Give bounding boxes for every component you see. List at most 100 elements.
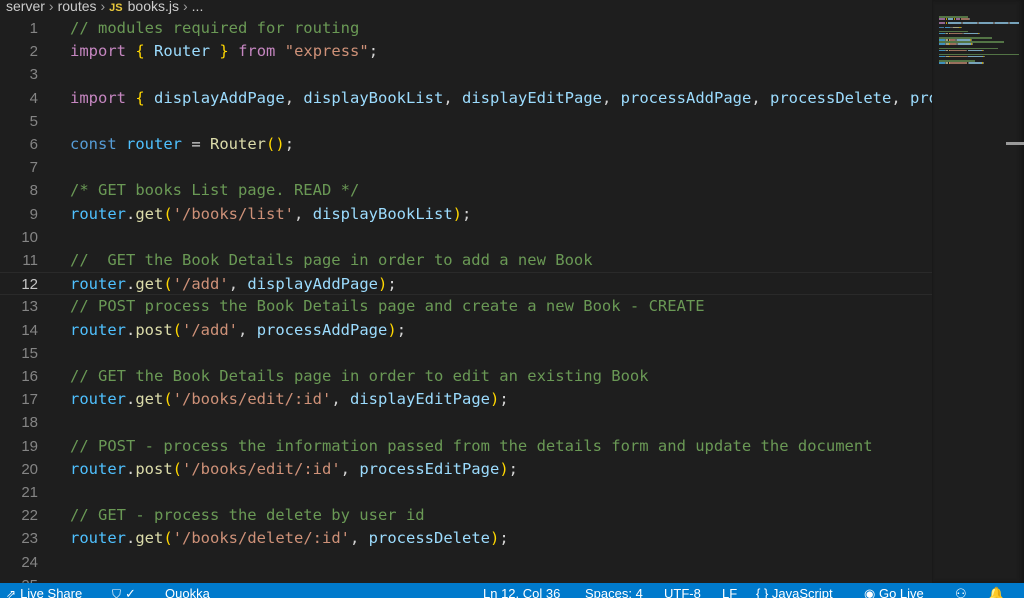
token-comment: // GET the Book Details page in order to… (70, 367, 649, 385)
breadcrumb-item-routes[interactable]: routes (58, 0, 97, 14)
bell-icon: 🔔 (988, 586, 1005, 598)
minimap-stroke (969, 18, 971, 20)
token-plain: . (126, 390, 136, 409)
line-ending-button[interactable]: LF (722, 583, 737, 598)
code-text: const router = Router(); (70, 133, 294, 156)
code-line[interactable]: 13 // POST process the Book Details page … (0, 295, 932, 318)
code-line[interactable]: 18 (0, 411, 932, 434)
ai-status-button[interactable]: ⛉ ✓ (112, 583, 136, 598)
minimap-stroke (945, 22, 947, 24)
minimap-stroke (982, 62, 984, 64)
token-plain: . (126, 529, 136, 548)
code-line[interactable]: 6 const router = Router(); (0, 133, 932, 156)
code-line[interactable]: 14 router.post('/add', processAddPage); (0, 319, 932, 342)
code-text: router.get('/books/edit/:id', displayEdi… (70, 388, 509, 411)
live-share-label: Live Share (20, 586, 83, 598)
token-brace: ( (163, 275, 173, 294)
line-number: 11 (22, 252, 38, 269)
minimap-stroke (956, 18, 960, 20)
chevron-right-icon: › (183, 0, 188, 14)
token-var2: router (70, 390, 126, 409)
token-plain: , (443, 88, 463, 107)
breadcrumb-item-server[interactable]: server (6, 0, 45, 14)
minimap-stroke (978, 32, 980, 35)
quokka-button[interactable]: Quokka (165, 583, 210, 598)
minimap-stroke (960, 26, 962, 28)
token-brace: { (135, 88, 145, 107)
minimap-stroke (963, 32, 978, 35)
line-number: 16 (21, 368, 38, 385)
line-number: 18 (21, 414, 38, 432)
token-brace: ) (452, 204, 463, 223)
token-string: '/books/delete/:id' (172, 529, 350, 548)
code-line[interactable]: 20 router.post('/books/edit/:id', process… (0, 458, 932, 481)
code-line[interactable]: 23 router.get('/books/delete/:id', proces… (0, 527, 932, 550)
code-line[interactable]: 11 // GET the Book Details page in order … (0, 249, 932, 272)
token-plain: ; (499, 390, 509, 409)
line-number: 2 (29, 43, 38, 61)
code-line[interactable]: 1 // modules required for routing (0, 17, 932, 40)
language-mode-button[interactable]: { } JavaScript (756, 583, 833, 598)
minimap[interactable] (932, 0, 1024, 583)
token-string: '/add' (172, 275, 229, 294)
code-editor[interactable]: 1 // modules required for routing 2 import … (0, 17, 932, 583)
token-var: processEditPage (359, 459, 500, 478)
encoding-button[interactable]: UTF-8 (664, 583, 701, 598)
code-text: // GET - process the delete by user id (70, 504, 425, 527)
token-func: Router (210, 135, 267, 153)
token-plain: . (126, 459, 136, 478)
code-line[interactable]: 16 // GET the Book Details page in order … (0, 365, 932, 388)
code-line[interactable]: 17 router.get('/books/edit/:id', displayE… (0, 388, 932, 411)
code-text: router.get('/add', displayAddPage); (70, 273, 397, 296)
code-line[interactable]: 19 // POST - process the information pass… (0, 435, 932, 458)
cursor-position-button[interactable]: Ln 12, Col 36 (483, 583, 560, 598)
code-line[interactable]: 5 (0, 110, 932, 133)
indentation-button[interactable]: Spaces: 4 (585, 583, 643, 598)
breadcrumb-item-symbols[interactable]: ... (192, 0, 204, 14)
code-line[interactable]: 8 /* GET books List page. READ */ (0, 179, 932, 202)
code-line[interactable]: 22 // GET - process the delete by user id (0, 504, 932, 527)
token-plain: , (331, 390, 350, 409)
token-string: '/add' (182, 320, 239, 339)
live-share-button[interactable]: ⇗ Live Share (6, 583, 82, 598)
code-line[interactable]: 3 (0, 63, 932, 86)
line-number: 15 (21, 344, 38, 362)
code-line[interactable]: 24 (0, 551, 932, 574)
token-plain: . (126, 320, 136, 339)
code-text: import { displayAddPage, displayBookList… (70, 87, 932, 110)
code-line[interactable]: 21 (0, 481, 932, 504)
token-plain: ; (508, 459, 518, 478)
token-plain: , (294, 204, 313, 223)
code-text: // POST - process the information passed… (70, 435, 873, 458)
breadcrumb-item-file[interactable]: books.js (128, 0, 179, 14)
line-number: 14 (21, 321, 38, 339)
minimap-stroke (954, 18, 956, 20)
code-text: // modules required for routing (70, 17, 359, 40)
quokka-label: Quokka (165, 586, 210, 598)
go-live-button[interactable]: ◉ Go Live (864, 583, 924, 598)
code-text: router.get('/books/list', displayBookLis… (70, 203, 471, 226)
token-var2: router (70, 204, 126, 223)
code-line[interactable]: 10 (0, 226, 932, 249)
code-line[interactable]: 25 (0, 574, 932, 583)
line-number: 13 (21, 298, 38, 316)
feedback-button[interactable]: ⚇ (955, 583, 967, 598)
code-line[interactable]: 12 router.get('/add', displayAddPage); (0, 272, 932, 296)
code-line[interactable]: 9 router.get('/books/list', displayBookLi… (0, 203, 932, 226)
notifications-button[interactable]: 🔔 (988, 583, 1004, 598)
token-plain: , (891, 88, 910, 107)
code-line[interactable]: 2 import { Router } from "express"; (0, 40, 932, 63)
token-var: displayEditPage (462, 88, 602, 107)
code-line[interactable]: 4 import { displayAddPage, displayBookLis… (0, 87, 932, 110)
token-comment: // POST - process the information passed… (70, 436, 873, 455)
code-text: /* GET books List page. READ */ (70, 179, 359, 202)
minimap-stroke (958, 43, 972, 45)
code-line[interactable]: 15 (0, 342, 932, 365)
minimap-stroke (1010, 22, 1019, 24)
token-brace: ) (489, 390, 500, 409)
code-line[interactable]: 7 (0, 156, 932, 179)
token-plain: . (126, 204, 136, 223)
